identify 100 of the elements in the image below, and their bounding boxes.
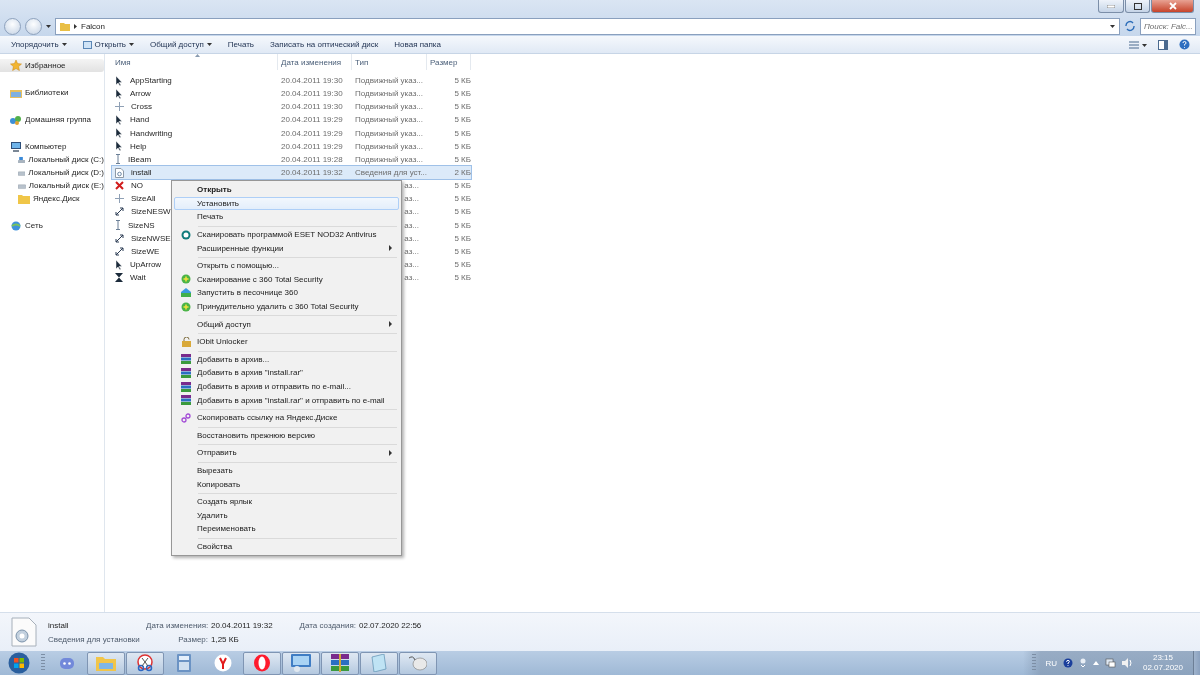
- menu-item[interactable]: Сканировать программой ESET NOD32 Antivirus: [174, 227, 399, 242]
- menu-item[interactable]: Принудительно удалить с 360 Total Security: [174, 299, 399, 314]
- sidebar-item[interactable]: Яндекс.Диск: [0, 192, 104, 205]
- menu-item[interactable]: Установить: [174, 196, 399, 211]
- menu-item[interactable]: Добавить в архив...: [174, 352, 399, 367]
- close-button[interactable]: [1151, 0, 1194, 13]
- file-size: 5 КБ: [453, 260, 471, 270]
- menu-item[interactable]: Копировать: [174, 477, 399, 491]
- file-name[interactable]: Arrow: [127, 89, 151, 99]
- sidebar-item-label: Компьютер: [25, 142, 67, 151]
- column-header[interactable]: Размер: [427, 54, 471, 70]
- sidebar-item[interactable]: Домашняя группа: [0, 113, 104, 126]
- file-name[interactable]: SizeNS: [125, 220, 155, 230]
- taskbar-button[interactable]: [321, 651, 359, 675]
- menu-item[interactable]: Общий доступ: [174, 317, 399, 331]
- menu-item[interactable]: Добавить в архив "install.rar": [174, 366, 399, 380]
- sidebar-item-label: Яндекс.Диск: [33, 194, 80, 203]
- calculator-icon: [177, 654, 191, 672]
- file-size: 5 КБ: [453, 76, 471, 86]
- menu-item[interactable]: Печать: [174, 210, 399, 224]
- menu-item[interactable]: Добавить в архив и отправить по e-mail...: [174, 379, 399, 394]
- taskbar-button[interactable]: [126, 651, 164, 675]
- sidebar-item[interactable]: Локальный диск (E:): [0, 179, 104, 192]
- menu-item[interactable]: Скопировать ссылку на Яндекс.Диске: [174, 410, 399, 425]
- sidebar-item[interactable]: Сеть: [0, 219, 104, 232]
- menu-item[interactable]: IObit Unlocker: [174, 334, 399, 349]
- menu-item[interactable]: Отправить: [174, 446, 399, 460]
- file-name[interactable]: SizeNESW: [128, 207, 171, 217]
- menu-item[interactable]: Свойства: [174, 539, 399, 554]
- sidebar-item[interactable]: Избранное: [0, 59, 104, 72]
- file-type: аз...: [404, 273, 419, 283]
- file-type: Подвижный указ...: [355, 76, 423, 86]
- folder-icon: [96, 655, 116, 671]
- file-name[interactable]: Cross: [128, 102, 152, 112]
- file-name[interactable]: UpArrow: [127, 260, 162, 270]
- toolbar-button[interactable]: Печать: [220, 38, 261, 51]
- back-button[interactable]: [4, 17, 21, 35]
- dropdown-caret-icon: [206, 43, 212, 46]
- file-type: Подвижный указ...: [355, 115, 423, 125]
- address-bar[interactable]: Falcon: [55, 17, 1120, 35]
- file-name[interactable]: Hand: [127, 115, 150, 125]
- history-caret-icon: [46, 24, 51, 28]
- cursor-icon: [115, 115, 123, 125]
- file-name[interactable]: IBeam: [125, 154, 152, 164]
- menu-item[interactable]: Открыть с помощью...: [174, 258, 399, 273]
- ring-o-icon: [253, 654, 271, 672]
- menu-item[interactable]: Открыть: [174, 183, 399, 197]
- sidebar-item[interactable]: Компьютер: [0, 140, 104, 153]
- file-name[interactable]: NO: [128, 181, 143, 191]
- toolbar-button[interactable]: Упорядочить: [4, 38, 74, 51]
- detail-value: 20.04.2011 19:32: [211, 620, 274, 630]
- file-name[interactable]: install: [128, 168, 152, 178]
- speaker-icon: [1121, 658, 1133, 668]
- sidebar-item-label: Домашняя группа: [25, 115, 92, 124]
- show-desktop-button[interactable]: [1193, 651, 1200, 675]
- computer-icon: [10, 141, 22, 152]
- menu-item[interactable]: Добавить в архив "install.rar" и отправить по e-mail: [174, 393, 399, 407]
- forward-button[interactable]: [25, 17, 42, 35]
- menu-item[interactable]: Запустить в песочнице 360: [174, 286, 399, 300]
- menu-item[interactable]: Сканирование с 360 Total Security: [174, 272, 399, 287]
- file-name[interactable]: Wait: [127, 273, 146, 283]
- taskbar-button[interactable]: [243, 651, 281, 675]
- menu-item[interactable]: Расширенные функции: [174, 241, 399, 255]
- file-name[interactable]: Help: [127, 141, 147, 151]
- search-field[interactable]: Поиск: Falc...: [1140, 17, 1196, 35]
- toolbar-button[interactable]: Записать на оптический диск: [263, 38, 386, 51]
- crosshair-icon: [115, 194, 124, 204]
- column-header[interactable]: Тип: [352, 54, 427, 70]
- file-name[interactable]: AppStarting: [127, 76, 172, 86]
- menu-item[interactable]: Восстановить прежнюю версию: [174, 428, 399, 443]
- menu-item[interactable]: Вырезать: [174, 463, 399, 478]
- submenu-arrow-icon: [389, 245, 392, 252]
- file-type: Подвижный указ...: [355, 154, 423, 164]
- file-type: Подвижный указ...: [355, 89, 423, 99]
- file-name[interactable]: Handwriting: [127, 128, 173, 138]
- file-row[interactable]: install 20.04.2011 19:32 Сведения для уст... 2 КБ: [112, 166, 471, 180]
- sidebar-item[interactable]: Локальный диск (C:): [0, 153, 104, 166]
- file-name[interactable]: SizeAll: [128, 194, 156, 204]
- menu-item[interactable]: Создать ярлык: [174, 494, 399, 509]
- file-size: 5 КБ: [453, 102, 471, 112]
- hourglass-icon: [115, 273, 123, 283]
- file-name[interactable]: SizeNWSE: [128, 233, 171, 243]
- column-header[interactable]: Дата изменения: [278, 54, 352, 70]
- menu-item[interactable]: Удалить: [174, 508, 399, 523]
- toolbar-button[interactable]: Общий доступ: [143, 38, 219, 51]
- maximize-button[interactable]: [1125, 0, 1150, 13]
- taskbar-button[interactable]: [282, 651, 320, 675]
- cursor-icon: [115, 88, 123, 99]
- file-name[interactable]: SizeWE: [128, 246, 160, 256]
- chain-link-icon: [181, 412, 191, 423]
- toolbar-button[interactable]: Новая папка: [387, 38, 448, 51]
- sidebar-item[interactable]: Библиотеки: [0, 86, 104, 99]
- cursor-icon: [115, 259, 123, 270]
- menu-item[interactable]: Переименовать: [174, 522, 399, 536]
- sidebar-item[interactable]: Локальный диск (D:): [0, 166, 104, 179]
- detail-value: 02.07.2020 22:56: [359, 620, 423, 630]
- notepad-icon: [370, 654, 388, 672]
- scissors-icon: [136, 654, 154, 672]
- file-date: 20.04.2011 19:30: [280, 102, 344, 112]
- toolbar-button[interactable]: Открыть: [75, 38, 142, 51]
